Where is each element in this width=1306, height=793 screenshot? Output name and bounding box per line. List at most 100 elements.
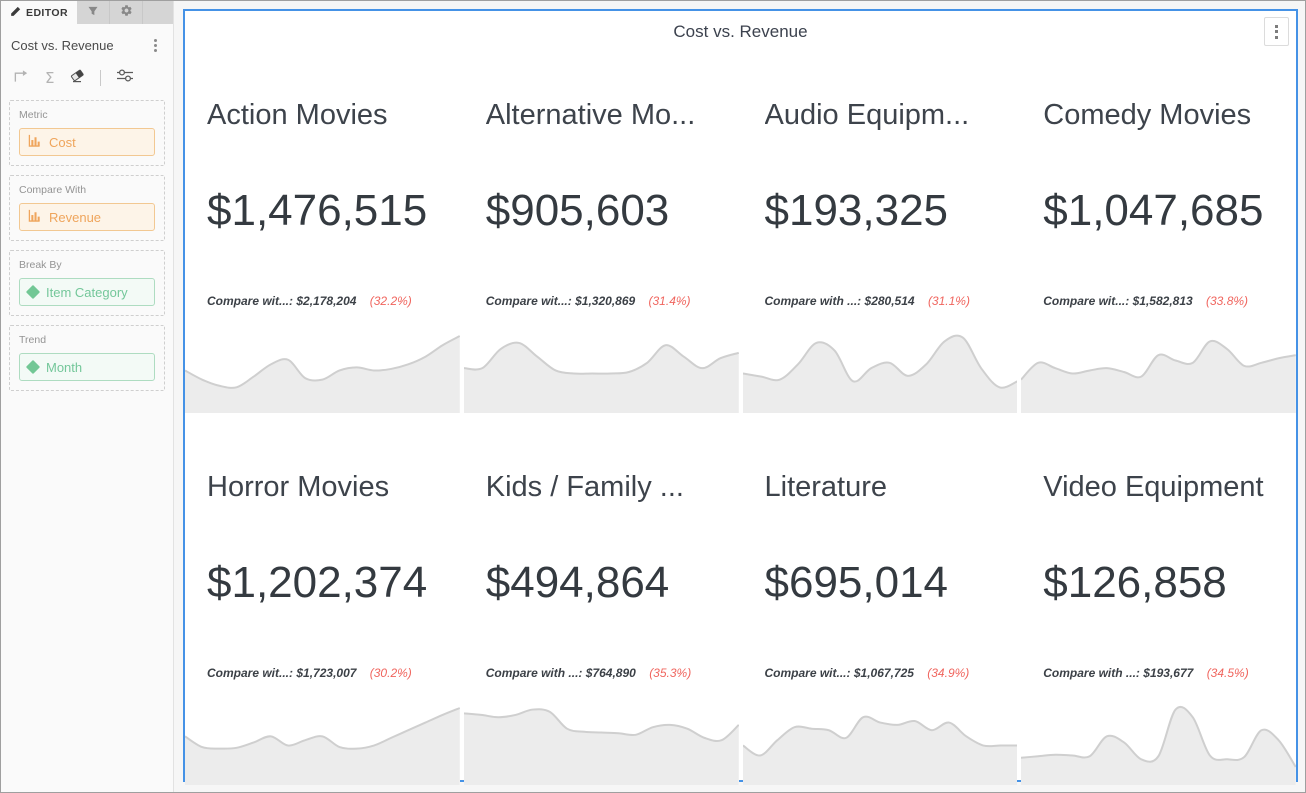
kpi-card-compare: Compare with ...: $764,890 (35.3%) xyxy=(486,666,739,680)
kpi-card-title: Comedy Movies xyxy=(1043,99,1296,132)
kpi-compare-percent: (33.8%) xyxy=(1206,294,1248,308)
kpi-card-compare: Compare with ...: $193,677 (34.5%) xyxy=(1043,666,1296,680)
kpi-compare-percent: (31.1%) xyxy=(928,294,970,308)
kpi-compare-label: Compare with ...: xyxy=(1043,666,1140,680)
kpi-card: Kids / Family ... $494,864 Compare with … xyxy=(464,431,739,785)
chip-compare-label: Revenue xyxy=(49,210,101,225)
kpi-compare-label: Compare with ...: xyxy=(486,666,583,680)
kpi-card-value: $1,047,685 xyxy=(1043,186,1296,236)
kpi-card-compare: Compare wit...: $1,723,007 (30.2%) xyxy=(207,666,460,680)
panel-trend-label: Trend xyxy=(19,334,155,346)
chip-compare-revenue[interactable]: Revenue xyxy=(19,203,155,231)
kpi-card: Alternative Mo... $905,603 Compare wit..… xyxy=(464,59,739,413)
kpi-compare-value: $280,514 xyxy=(865,294,915,308)
kpi-card-value: $905,603 xyxy=(486,186,739,236)
kpi-compare-label: Compare wit...: xyxy=(1043,294,1129,308)
kpi-card-compare: Compare with ...: $280,514 (31.1%) xyxy=(765,294,1018,308)
panel-compare-with-label: Compare With xyxy=(19,184,155,196)
panel-break-by-label: Break By xyxy=(19,259,155,271)
kpi-sparkline xyxy=(743,331,1018,413)
kpi-compare-value: $1,723,007 xyxy=(296,666,356,680)
kpi-compare-percent: (31.4%) xyxy=(649,294,691,308)
funnel-icon xyxy=(87,4,99,22)
app-window: EDITOR Cost vs. Revenue Σ xyxy=(0,0,1306,793)
kpi-compare-value: $1,320,869 xyxy=(575,294,635,308)
kpi-compare-percent: (35.3%) xyxy=(649,666,691,680)
kpi-sparkline xyxy=(185,703,460,785)
bar-chart-icon xyxy=(28,209,41,225)
panel-metric-label: Metric xyxy=(19,109,155,121)
kpi-card: Action Movies $1,476,515 Compare wit...:… xyxy=(185,59,460,413)
kpi-card-compare: Compare wit...: $1,582,813 (33.8%) xyxy=(1043,294,1296,308)
kpi-card: Comedy Movies $1,047,685 Compare wit...:… xyxy=(1021,59,1296,413)
kpi-card-compare: Compare wit...: $1,320,869 (31.4%) xyxy=(486,294,739,308)
kpi-card-title: Literature xyxy=(765,471,1018,504)
chip-metric-label: Cost xyxy=(49,135,76,150)
kpi-card: Audio Equipm... $193,325 Compare with ..… xyxy=(743,59,1018,413)
kpi-sparkline xyxy=(185,331,460,413)
chip-trend-month[interactable]: Month xyxy=(19,353,155,381)
tab-editor-label: EDITOR xyxy=(26,7,68,19)
panel-compare-with: Compare With Revenue xyxy=(9,175,165,241)
widget-name: Cost vs. Revenue xyxy=(11,38,114,53)
toolbar-divider xyxy=(100,70,101,86)
tab-settings[interactable] xyxy=(110,1,143,24)
kpi-card-value: $193,325 xyxy=(765,186,1018,236)
kpi-card-value: $1,476,515 xyxy=(207,186,460,236)
gear-icon xyxy=(120,4,133,22)
kpi-sparkline xyxy=(464,703,739,785)
kpi-compare-percent: (34.9%) xyxy=(927,666,969,680)
kpi-card-title: Horror Movies xyxy=(207,471,460,504)
diamond-icon xyxy=(26,360,40,374)
widget-title: Cost vs. Revenue xyxy=(185,11,1296,59)
kpi-card-grid: Action Movies $1,476,515 Compare wit...:… xyxy=(185,59,1296,785)
eraser-icon[interactable] xyxy=(69,68,85,88)
kpi-compare-value: $1,067,725 xyxy=(854,666,914,680)
sidebar-tabbar: EDITOR xyxy=(1,1,173,24)
kebab-icon[interactable] xyxy=(148,37,163,54)
kpi-sparkline xyxy=(1021,703,1296,785)
kpi-compare-percent: (34.5%) xyxy=(1207,666,1249,680)
kpi-sparkline xyxy=(1021,331,1296,413)
kpi-card-compare: Compare wit...: $2,178,204 (32.2%) xyxy=(207,294,460,308)
kpi-card-title: Alternative Mo... xyxy=(486,99,739,132)
kpi-card-title: Kids / Family ... xyxy=(486,471,739,504)
kpi-card-value: $126,858 xyxy=(1043,558,1296,608)
chip-break-by-label: Item Category xyxy=(46,285,128,300)
chip-break-by-item-category[interactable]: Item Category xyxy=(19,278,155,306)
tab-filters[interactable] xyxy=(77,1,110,24)
sigma-icon[interactable]: Σ xyxy=(45,69,54,87)
kpi-compare-value: $2,178,204 xyxy=(296,294,356,308)
diamond-icon xyxy=(26,285,40,299)
kpi-card-compare: Compare wit...: $1,067,725 (34.9%) xyxy=(765,666,1018,680)
chip-metric-cost[interactable]: Cost xyxy=(19,128,155,156)
kpi-compare-label: Compare wit...: xyxy=(765,666,851,680)
editor-toolbar: Σ xyxy=(1,60,173,100)
kpi-card-value: $494,864 xyxy=(486,558,739,608)
kpi-card-value: $695,014 xyxy=(765,558,1018,608)
kpi-compare-value: $764,890 xyxy=(586,666,636,680)
sliders-icon[interactable] xyxy=(116,68,134,88)
kpi-sparkline xyxy=(464,331,739,413)
widget-name-row: Cost vs. Revenue xyxy=(1,24,173,60)
kpi-compare-label: Compare wit...: xyxy=(207,294,293,308)
kpi-card-title: Video Equipment xyxy=(1043,471,1296,504)
panel-trend: Trend Month xyxy=(9,325,165,391)
pencil-icon xyxy=(10,6,21,20)
kpi-card-title: Audio Equipm... xyxy=(765,99,1018,132)
kpi-card: Literature $695,014 Compare wit...: $1,0… xyxy=(743,431,1018,785)
kpi-compare-label: Compare wit...: xyxy=(207,666,293,680)
panel-break-by: Break By Item Category xyxy=(9,250,165,316)
chip-trend-label: Month xyxy=(46,360,82,375)
corner-arrow-icon[interactable] xyxy=(13,69,30,88)
widget-menu-button[interactable] xyxy=(1264,17,1289,46)
kpi-compare-value: $1,582,813 xyxy=(1133,294,1193,308)
kpi-card: Video Equipment $126,858 Compare with ..… xyxy=(1021,431,1296,785)
bar-chart-icon xyxy=(28,134,41,150)
kpi-card: Horror Movies $1,202,374 Compare wit...:… xyxy=(185,431,460,785)
kpi-compare-label: Compare wit...: xyxy=(486,294,572,308)
tab-editor[interactable]: EDITOR xyxy=(1,1,77,24)
kpi-card-value: $1,202,374 xyxy=(207,558,460,608)
panel-metric: Metric Cost xyxy=(9,100,165,166)
kpi-compare-label: Compare with ...: xyxy=(765,294,862,308)
